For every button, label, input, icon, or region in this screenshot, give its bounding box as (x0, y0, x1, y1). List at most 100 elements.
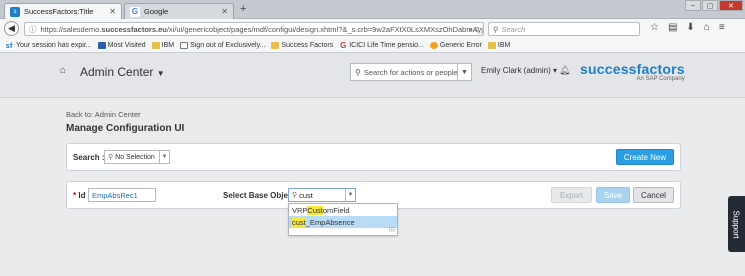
back-link[interactable]: Back to: Admin Center (66, 110, 141, 119)
generic-error-icon (429, 42, 438, 49)
navigation-bar: ◀ ⓘ https://salesdemo. successfactors.eu /… (0, 19, 745, 39)
bookmark-item[interactable]: IBM (487, 42, 511, 49)
maximize-button[interactable]: ▢ (702, 0, 718, 11)
action-search-placeholder: Search for actions or people (363, 67, 458, 77)
folder-icon (151, 42, 160, 49)
bookmark-label: IBM (161, 42, 175, 49)
header-title: Admin Center (80, 65, 154, 79)
close-tab-icon[interactable]: ✕ (221, 7, 228, 16)
browser-search-box[interactable]: ⚲ Search (488, 22, 640, 36)
google-icon: G (339, 41, 348, 50)
search-icon: ⚲ (355, 67, 361, 77)
bell-icon[interactable]: 🔔︎ (559, 65, 570, 76)
option-suffix: _EmpAbsence (305, 217, 355, 227)
browser-toolbar-icons: ☆ ▤ ⬇ ⌂ ≡ (650, 22, 725, 33)
url-path: /xi/ui/genericobject/pages/mdf/configui/… (166, 24, 483, 34)
search-placeholder: Search (501, 24, 526, 34)
bookmark-label: IBM (497, 42, 511, 49)
sf-icon: s (10, 6, 20, 17)
successfactors-logo: successfactors An SAP Company (580, 61, 685, 82)
app-header: ⌂ Admin Center ▼ ⚲ Search for actions or… (0, 53, 745, 98)
url-domain: successfactors.eu (101, 24, 167, 34)
chevron-down-icon[interactable]: ▼ (159, 151, 169, 163)
save-button[interactable]: Save (596, 187, 630, 203)
bookmark-label: Generic Error (439, 42, 482, 49)
reading-list-icon[interactable]: ▤ (668, 22, 677, 33)
option-match: Cust (307, 205, 323, 215)
chevron-down-icon[interactable]: ▼ (345, 189, 355, 201)
search-icon: ⚲ (108, 154, 114, 161)
info-icon: ⓘ (29, 24, 37, 34)
tab-google[interactable]: G Google ✕ (124, 3, 234, 19)
close-window-button[interactable]: ✕ (719, 0, 743, 11)
option-match: cust (292, 217, 306, 227)
resize-grip-icon[interactable]: ⠿⠿ (388, 227, 396, 234)
menu-icon[interactable]: ≡ (719, 22, 725, 33)
suggestion-option-selected[interactable]: cust _EmpAbsence (289, 216, 397, 228)
new-tab-button[interactable]: + (240, 3, 246, 15)
browser-tab-strip: s SuccessFactors:Title ✕ G Google ✕ + – … (0, 0, 745, 19)
tab-title: SuccessFactors:Title (24, 7, 94, 16)
id-label: * Id (73, 191, 85, 200)
cancel-button[interactable]: Cancel (633, 187, 674, 203)
folder-icon (487, 42, 496, 49)
home-icon[interactable]: ⌂ (704, 22, 710, 33)
base-object-label: Select Base Object (223, 191, 296, 200)
admin-center-menu[interactable]: Admin Center ▼ (80, 65, 165, 79)
minimize-button[interactable]: – (685, 0, 701, 11)
caret-down-icon: ▼ (156, 69, 165, 78)
bookmarks-bar: sf Your session has expir... Most Visited… (0, 39, 745, 53)
logo-text: successfactors (580, 61, 685, 77)
tab-successfactors[interactable]: s SuccessFactors:Title ✕ (4, 3, 122, 19)
id-input[interactable]: EmpAbsRec1 (88, 188, 156, 202)
caret-down-icon: ▾ (553, 66, 558, 75)
most-visited-icon (97, 42, 106, 49)
bookmark-label: ICICI Life Time pensio... (349, 42, 424, 49)
bookmark-item[interactable]: G ICICI Life Time pensio... (339, 41, 424, 50)
sf-icon: sf (4, 41, 14, 50)
google-icon: G (130, 6, 140, 17)
bookmark-label: Your session has expir... (16, 42, 92, 49)
search-select[interactable]: ⚲ No Selection ▼ (104, 150, 170, 164)
user-name: Emily Clark (admin) (481, 66, 551, 75)
bookmark-item[interactable]: IBM (151, 42, 175, 49)
export-button[interactable]: Export (551, 187, 592, 203)
support-tab[interactable]: Support (728, 196, 745, 252)
bookmark-label: Sign out of Exclusively... (190, 42, 266, 49)
tab-title: Google (144, 7, 169, 16)
search-select-value: No Selection (115, 153, 155, 161)
create-new-button[interactable]: Create New (616, 149, 674, 165)
option-suffix: omField (322, 205, 350, 215)
bookmark-item[interactable]: Sign out of Exclusively... (180, 42, 265, 49)
user-menu[interactable]: Emily Clark (admin) ▾ (481, 66, 557, 75)
bookmark-label: Most Visited (107, 42, 146, 49)
url-prefix: https://salesdemo. (40, 24, 102, 34)
star-icon[interactable]: ☆ (650, 22, 659, 33)
bookmark-item[interactable]: Generic Error (429, 42, 482, 49)
base-object-input[interactable]: ⚲ cust ▼ (288, 188, 356, 202)
option-prefix: VRP (292, 205, 308, 215)
home-icon[interactable]: ⌂ (60, 65, 66, 76)
url-bar[interactable]: ⓘ https://salesdemo. successfactors.eu/xi… (24, 22, 484, 36)
download-icon[interactable]: ⬇ (686, 22, 694, 33)
reload-icon[interactable]: ▾ C (469, 25, 480, 34)
search-icon: ⚲ (493, 24, 499, 34)
chevron-down-icon[interactable]: ▼ (457, 64, 471, 80)
base-object-value: cust (299, 190, 313, 200)
close-tab-icon[interactable]: ✕ (109, 7, 116, 16)
bookmark-item[interactable]: sf Your session has expir... (4, 41, 92, 50)
action-search-input[interactable]: ⚲ Search for actions or people ▼ (350, 63, 472, 81)
bookmark-item[interactable]: Most Visited (97, 42, 146, 49)
bookmark-label: Success Factors (281, 42, 334, 49)
required-marker: * (73, 191, 77, 200)
window-controls: – ▢ ✕ (685, 0, 743, 11)
base-object-suggestions: VRP Cust omField cust _EmpAbsence ⠿⠿ (288, 203, 398, 236)
folder-icon (271, 42, 280, 49)
back-arrow-icon[interactable]: ◀ (4, 21, 19, 36)
page-title: Manage Configuration UI (66, 123, 185, 134)
suggestion-option[interactable]: VRP Cust omField (289, 204, 397, 216)
support-label: Support (732, 209, 741, 239)
bookmark-item[interactable]: Success Factors (271, 42, 333, 49)
search-label: Search : (73, 153, 105, 162)
id-label-text: Id (78, 191, 86, 200)
